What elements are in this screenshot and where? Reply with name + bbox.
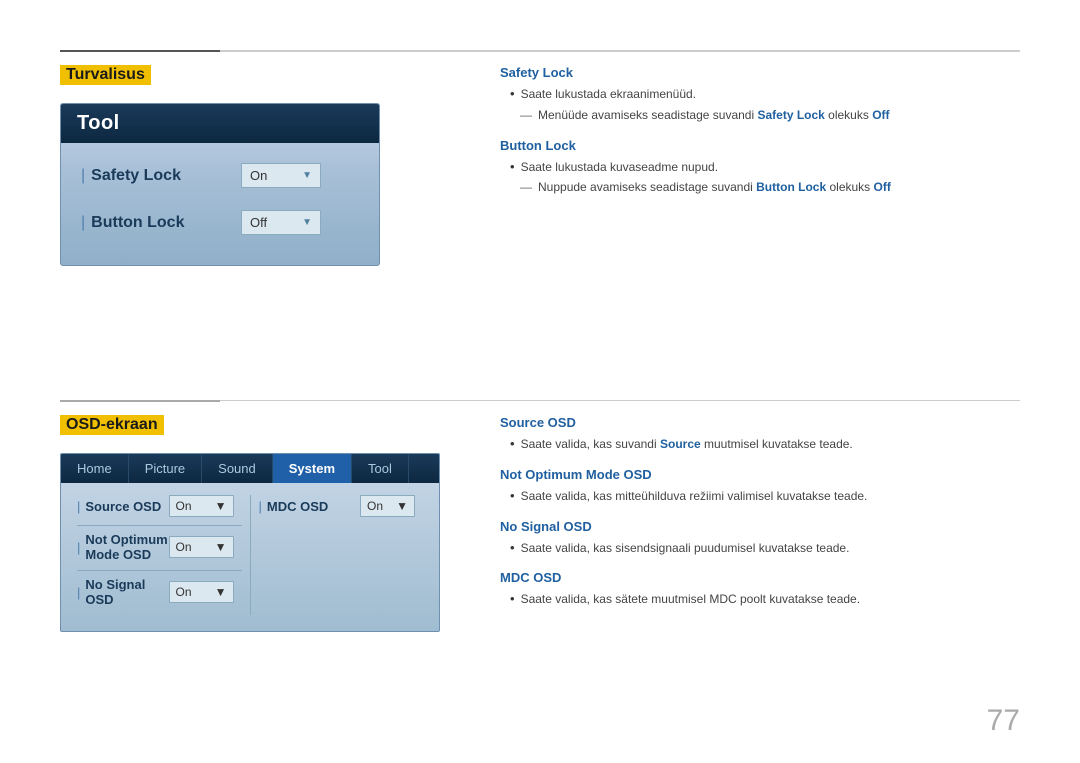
button-lock-arrow-icon: ▼ [302, 217, 312, 228]
safety-lock-text-1: Saate lukustada ekraanimenüüd. [521, 86, 696, 103]
source-osd-label: Source OSD [77, 499, 169, 514]
source-osd-arrow-icon: ▼ [215, 499, 227, 513]
mdc-osd-info-text: Saate valida, kas sätete muutmisel MDC p… [521, 591, 861, 608]
osd-divider-1 [77, 525, 242, 526]
tab-sound[interactable]: Sound [202, 454, 273, 483]
safety-lock-arrow-icon: ▼ [302, 170, 312, 181]
no-signal-row: No Signal OSD On ▼ [77, 577, 242, 607]
tool-panel: Tool Safety Lock On ▼ Button Lock [60, 103, 380, 266]
no-signal-select[interactable]: On ▼ [169, 581, 234, 603]
button-lock-select[interactable]: Off ▼ [241, 210, 321, 235]
tool-panel-body: Safety Lock On ▼ Button Lock Off ▼ [61, 143, 379, 265]
no-signal-label: No Signal OSD [77, 577, 169, 607]
page-number: 77 [987, 704, 1020, 738]
mdc-osd-select[interactable]: On ▼ [360, 495, 415, 517]
not-optimum-select[interactable]: On ▼ [169, 536, 234, 558]
safety-lock-select[interactable]: On ▼ [241, 163, 321, 188]
mdc-osd-row: MDC OSD On ▼ [259, 495, 424, 517]
mdc-osd-info-title: MDC OSD [500, 570, 1020, 585]
turvalisus-title: Turvalisus [60, 65, 151, 85]
source-osd-value: On [176, 499, 192, 513]
top-left-column: Turvalisus Tool Safety Lock On ▼ [60, 65, 450, 266]
osd-ekraan-title: OSD-ekraan [60, 415, 164, 435]
top-right-column: Safety Lock Saate lukustada ekraanimenüü… [500, 65, 1020, 200]
tab-system[interactable]: System [273, 454, 352, 483]
top-divider-accent [60, 50, 220, 52]
button-lock-text-1: Saate lukustada kuvaseadme nupud. [521, 159, 718, 176]
osd-vertical-divider [250, 495, 251, 615]
not-optimum-info-text: Saate valida, kas mitteühilduva režiimi … [521, 488, 868, 505]
no-signal-info-text: Saate valida, kas sisendsignaali puudumi… [521, 540, 850, 557]
source-osd-select[interactable]: On ▼ [169, 495, 234, 517]
not-optimum-label: Not Optimum Mode OSD [77, 532, 169, 562]
osd-panel: Home Picture Sound System Tool Source OS… [60, 453, 440, 632]
page-container: Turvalisus Tool Safety Lock On ▼ [0, 0, 1080, 763]
tab-picture[interactable]: Picture [129, 454, 202, 483]
source-osd-info-text: Saate valida, kas suvandi Source muutmis… [521, 436, 853, 453]
not-optimum-row: Not Optimum Mode OSD On ▼ [77, 532, 242, 562]
bottom-right-column: Source OSD Saate valida, kas suvandi Sou… [500, 415, 1020, 612]
not-optimum-info-title: Not Optimum Mode OSD [500, 467, 1020, 482]
button-lock-row: Button Lock Off ▼ [81, 210, 359, 235]
source-osd-bullet: Saate valida, kas suvandi Source muutmis… [510, 436, 1020, 453]
tool-panel-header: Tool [61, 104, 379, 143]
not-optimum-bullet: Saate valida, kas mitteühilduva režiimi … [510, 488, 1020, 505]
osd-divider-2 [77, 570, 242, 571]
button-lock-label: Button Lock [81, 214, 241, 232]
safety-lock-bullet-1: Saate lukustada ekraanimenüüd. [510, 86, 1020, 103]
tab-tool[interactable]: Tool [352, 454, 409, 483]
safety-lock-sub-text: Menüüde avamiseks seadistage suvandi Saf… [538, 107, 890, 124]
no-signal-info-title: No Signal OSD [500, 519, 1020, 534]
button-lock-info-title: Button Lock [500, 138, 1020, 153]
tab-home[interactable]: Home [61, 454, 129, 483]
mdc-osd-bullet: Saate valida, kas sätete muutmisel MDC p… [510, 591, 1020, 608]
safety-lock-value: On [250, 168, 267, 183]
osd-left-rows: Source OSD On ▼ Not Optimum Mode OSD [77, 495, 242, 615]
button-lock-bullet-1: Saate lukustada kuvaseadme nupud. [510, 159, 1020, 176]
no-signal-value: On [176, 585, 192, 599]
osd-right-rows: MDC OSD On ▼ [259, 495, 424, 615]
safety-lock-row: Safety Lock On ▼ [81, 163, 359, 188]
mdc-osd-label: MDC OSD [259, 499, 361, 514]
mid-divider-accent [60, 400, 220, 402]
not-optimum-arrow-icon: ▼ [215, 540, 227, 554]
source-osd-info-title: Source OSD [500, 415, 1020, 430]
button-lock-sub-1: Nuppude avamiseks seadistage suvandi But… [520, 179, 1020, 196]
source-osd-row: Source OSD On ▼ [77, 495, 242, 517]
osd-body: Source OSD On ▼ Not Optimum Mode OSD [61, 483, 439, 631]
no-signal-arrow-icon: ▼ [215, 585, 227, 599]
mdc-osd-value: On [367, 499, 383, 513]
osd-tabs: Home Picture Sound System Tool [61, 454, 439, 483]
mdc-osd-arrow-icon: ▼ [396, 499, 408, 513]
button-lock-value: Off [250, 215, 267, 230]
no-signal-bullet: Saate valida, kas sisendsignaali puudumi… [510, 540, 1020, 557]
safety-lock-sub-1: Menüüde avamiseks seadistage suvandi Saf… [520, 107, 1020, 124]
safety-lock-info-title: Safety Lock [500, 65, 1020, 80]
not-optimum-value: On [176, 540, 192, 554]
bottom-left-column: OSD-ekraan Home Picture Sound System Too… [60, 415, 480, 632]
safety-lock-label: Safety Lock [81, 167, 241, 185]
button-lock-sub-text: Nuppude avamiseks seadistage suvandi But… [538, 179, 891, 196]
